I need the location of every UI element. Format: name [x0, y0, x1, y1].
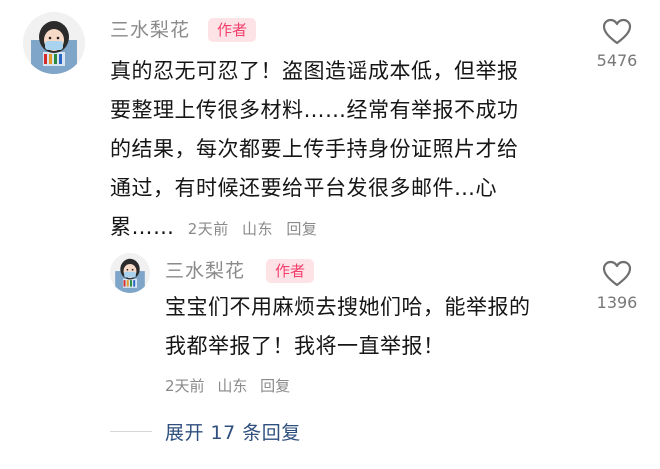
comment-reply-button[interactable]: 回复 — [286, 220, 317, 238]
heart-outline-icon — [602, 18, 632, 45]
reply-text-line: 宝宝们不用麻烦去搜她们哈，能举报的 — [165, 295, 531, 319]
comment-text-line: 累…… — [110, 215, 175, 239]
comment-text-line: 通过，有时候还要给平台发很多邮件…心 — [110, 176, 497, 200]
reply-username[interactable]: 三水梨花 — [165, 259, 245, 283]
comment-location: 山东 — [242, 220, 274, 238]
reply-avatar[interactable] — [110, 253, 150, 293]
comment-text-line: 要整理上传很多材料……经常有举报不成功 — [110, 98, 519, 122]
reply-reply-button[interactable]: 回复 — [260, 377, 290, 395]
comment-text[interactable]: 真的忍无可忍了！盗图造谣成本低，但举报 要整理上传很多材料……经常有举报不成功 … — [110, 52, 519, 249]
reply-like-count: 1396 — [596, 293, 638, 312]
heart-outline-icon — [602, 260, 632, 287]
reply-text[interactable]: 宝宝们不用麻烦去搜她们哈，能举报的 我都举报了！我将一直举报！ — [165, 288, 531, 366]
comment-text-line: 真的忍无可忍了！盗图造谣成本低，但举报 — [110, 59, 519, 83]
comment-like-count: 5476 — [596, 51, 638, 70]
author-badge: 作者 — [208, 18, 257, 42]
comment-time: 2天前 — [187, 220, 229, 238]
comment-username[interactable]: 三水梨花 — [110, 18, 190, 42]
expand-divider — [110, 431, 152, 432]
reply-author-badge: 作者 — [266, 259, 315, 283]
comment-like-button[interactable]: 5476 — [587, 18, 647, 70]
reply-time: 2天前 — [165, 377, 205, 395]
avatar[interactable] — [23, 12, 85, 74]
reply-meta: 2天前 山东 回复 — [165, 375, 298, 396]
comment-text-line: 的结果，每次都要上传手持身份证照片才给 — [110, 137, 519, 161]
comment-text-last-line: 累…… 2天前 山东 回复 — [110, 208, 519, 249]
reply-like-button[interactable]: 1396 — [587, 260, 647, 312]
comment-meta: 2天前 山东 回复 — [188, 220, 326, 238]
expand-replies-button[interactable]: 展开 17 条回复 — [165, 418, 301, 445]
reply-text-line: 我都举报了！我将一直举报！ — [165, 334, 445, 358]
reply-location: 山东 — [217, 377, 248, 395]
